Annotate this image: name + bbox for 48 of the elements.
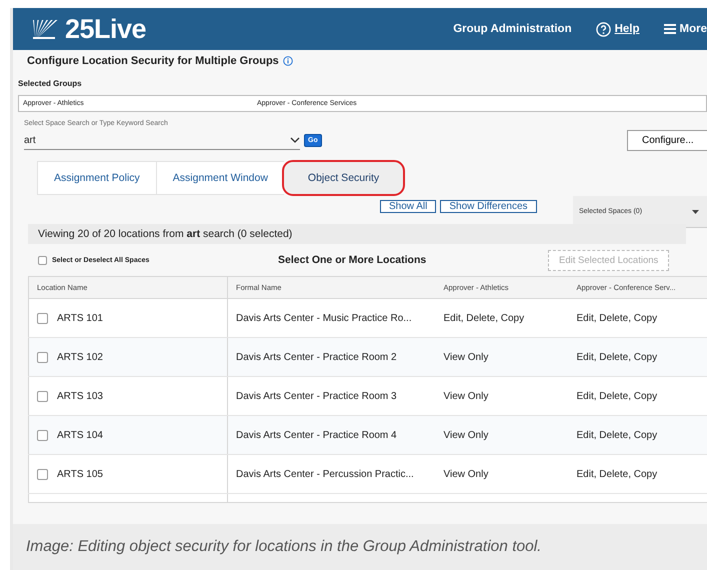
- table-cell: Edit, Delete, Copy: [576, 352, 658, 362]
- configure-button[interactable]: Configure...: [627, 130, 707, 151]
- table-cell: ARTS 104: [57, 430, 103, 440]
- table-cell: Davis Arts Center - Percussion Practic...: [236, 468, 414, 480]
- filter-button[interactable]: Show Differences: [440, 200, 537, 213]
- section-title: Select One or More Locations: [278, 254, 428, 266]
- table-cell: Davis Arts Center - Practice Room 4: [236, 430, 397, 440]
- table-cell: Edit, Delete, Copy: [444, 312, 524, 324]
- table-cell: ARTS 102: [57, 352, 103, 362]
- nav-link[interactable]: More: [664, 23, 707, 35]
- tab[interactable]: Assignment Policy: [37, 161, 156, 195]
- help-icon: [596, 22, 611, 36]
- checkbox[interactable]: [37, 312, 48, 324]
- table-cell: Edit, Delete, Copy: [576, 468, 658, 480]
- table-cell: Edit, Delete, Copy: [576, 390, 658, 402]
- checkbox[interactable]: [37, 468, 48, 480]
- image-caption: Image: Editing object security for locations in the Group Administration tool.: [13, 524, 707, 570]
- checkbox[interactable]: [38, 256, 47, 264]
- logo-text: 25Live: [65, 14, 146, 44]
- caret-down-icon: [692, 210, 699, 214]
- table-cell: View Only: [444, 390, 488, 402]
- nav-link[interactable]: Group Administration: [453, 23, 572, 35]
- tab[interactable]: Assignment Window: [156, 161, 284, 195]
- nav-link[interactable]: Help: [596, 22, 640, 36]
- table-cell: ARTS 105: [57, 468, 103, 480]
- table-cell: Davis Arts Center - Practice Room 3: [236, 390, 397, 402]
- tab[interactable]: Object Security: [284, 162, 404, 194]
- table-cell: ARTS 103: [57, 390, 103, 402]
- results-summary: Viewing 20 of 20 locations from art search (0 selected): [38, 228, 292, 240]
- search-field[interactable]: art: [24, 131, 300, 150]
- page-title: Configure Location Security for Multiple Groups: [27, 55, 279, 67]
- menu-icon: [664, 24, 676, 34]
- checkbox[interactable]: [37, 430, 48, 440]
- table-cell: Edit, Delete, Copy: [576, 312, 658, 324]
- filter-button[interactable]: Show All: [380, 200, 436, 213]
- section-label: Selected Groups: [17, 78, 83, 88]
- checkbox[interactable]: [37, 352, 48, 362]
- table-cell: ARTS 101: [57, 312, 103, 324]
- chevron-down-icon[interactable]: [290, 137, 300, 143]
- info-icon[interactable]: [282, 56, 293, 66]
- table-cell: Davis Arts Center - Music Practice Ro...: [236, 312, 412, 324]
- table-cell: Davis Arts Center - Practice Room 2: [236, 352, 397, 362]
- table-cell: View Only: [444, 468, 488, 480]
- table-cell: Edit, Delete, Copy: [576, 430, 658, 440]
- table-cell: View Only: [444, 352, 488, 362]
- checkbox[interactable]: [37, 390, 48, 402]
- table-cell: View Only: [444, 430, 488, 440]
- logo-icon: [31, 18, 59, 40]
